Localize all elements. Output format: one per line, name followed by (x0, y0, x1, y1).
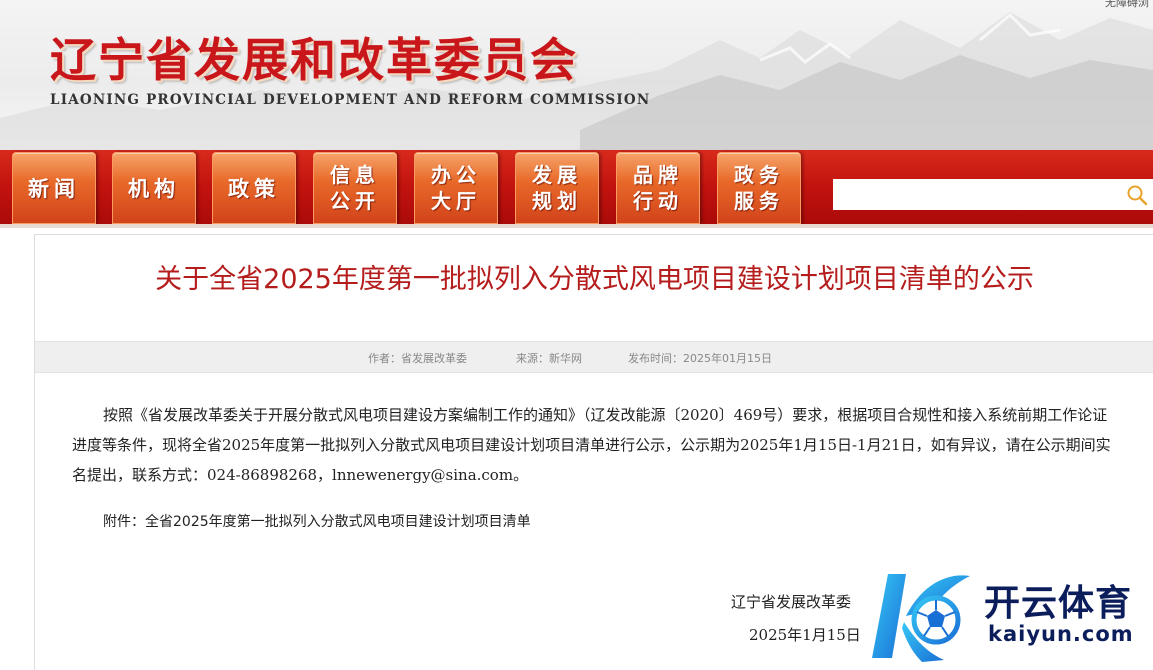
nav-item-news[interactable]: 新闻 (12, 152, 96, 224)
search-box (833, 179, 1153, 210)
nav-item-organization[interactable]: 机构 (112, 152, 196, 224)
nav-item-policy[interactable]: 政策 (212, 152, 296, 224)
site-title: 辽宁省发展和改革委员会 (50, 33, 578, 87)
nav-item-office-hall[interactable]: 办公 大厅 (414, 152, 498, 224)
nav-item-information-disclosure[interactable]: 信息 公开 (313, 152, 397, 224)
nav-item-brand-action[interactable]: 品牌 行动 (616, 152, 700, 224)
soccer-ball-logo-icon (872, 574, 970, 662)
signature-date: 2025年1月15日 (749, 626, 861, 644)
attachment-prefix: 附件： (103, 514, 145, 530)
article-meta-bar: 作者：省发展改革委 来源：新华网 发布时间：2025年01月15日 (35, 341, 1153, 373)
watermark-brand-text: 开云体育 (984, 583, 1133, 624)
body-paragraph: 按照《省发展改革委关于开展分散式风电项目建设方案编制工作的通知》（辽发改能源〔2… (72, 406, 1111, 484)
nav-item-label: 新闻 (28, 176, 80, 201)
nav-item-label: 品牌 行动 (633, 163, 683, 213)
nav-item-government-services[interactable]: 政务 服务 (717, 152, 801, 224)
watermark-domain-text: kaiyun.com (988, 622, 1134, 646)
nav-item-development-planning[interactable]: 发展 规划 (515, 152, 599, 224)
article-title: 关于全省2025年度第一批拟列入分散式风电项目建设计划项目清单的公示 (155, 264, 1034, 295)
nav-item-label: 政务 服务 (734, 163, 784, 213)
watermark-logo: 开云体育 kaiyun.com (866, 566, 1148, 666)
nav-item-label: 办公 大厅 (431, 163, 481, 213)
search-input[interactable] (833, 179, 1118, 210)
signature-organization: 辽宁省发展改革委 (731, 593, 852, 611)
header-banner: 无障碍浏 辽宁省发展和改革委员会 LIAONING PROVINCIAL DEV… (0, 0, 1153, 150)
article-publish-date: 发布时间：2025年01月15日 (628, 352, 772, 365)
accessibility-link[interactable]: 无障碍浏 (1105, 0, 1149, 10)
nav-item-label: 政策 (228, 176, 280, 201)
nav-item-label: 机构 (128, 176, 180, 201)
nav-item-label: 信息 公开 (330, 163, 380, 213)
search-icon[interactable] (1125, 183, 1149, 207)
article-body: 按照《省发展改革委关于开展分散式风电项目建设方案编制工作的通知》（辽发改能源〔2… (72, 400, 1122, 490)
nav-item-label: 发展 规划 (532, 163, 582, 213)
attachment-link[interactable]: 全省2025年度第一批拟列入分散式风电项目建设计划项目清单 (145, 514, 531, 530)
site-subtitle: LIAONING PROVINCIAL DEVELOPMENT AND REFO… (50, 92, 651, 108)
attachment-line: 附件：全省2025年度第一批拟列入分散式风电项目建设计划项目清单 (103, 511, 531, 531)
main-nav: 新闻 机构 政策 信息 公开 办公 大厅 发展 规划 品牌 行动 政务 服务 (0, 150, 1153, 228)
article-source: 来源：新华网 (516, 352, 582, 365)
article-author: 作者：省发展改革委 (368, 352, 467, 365)
